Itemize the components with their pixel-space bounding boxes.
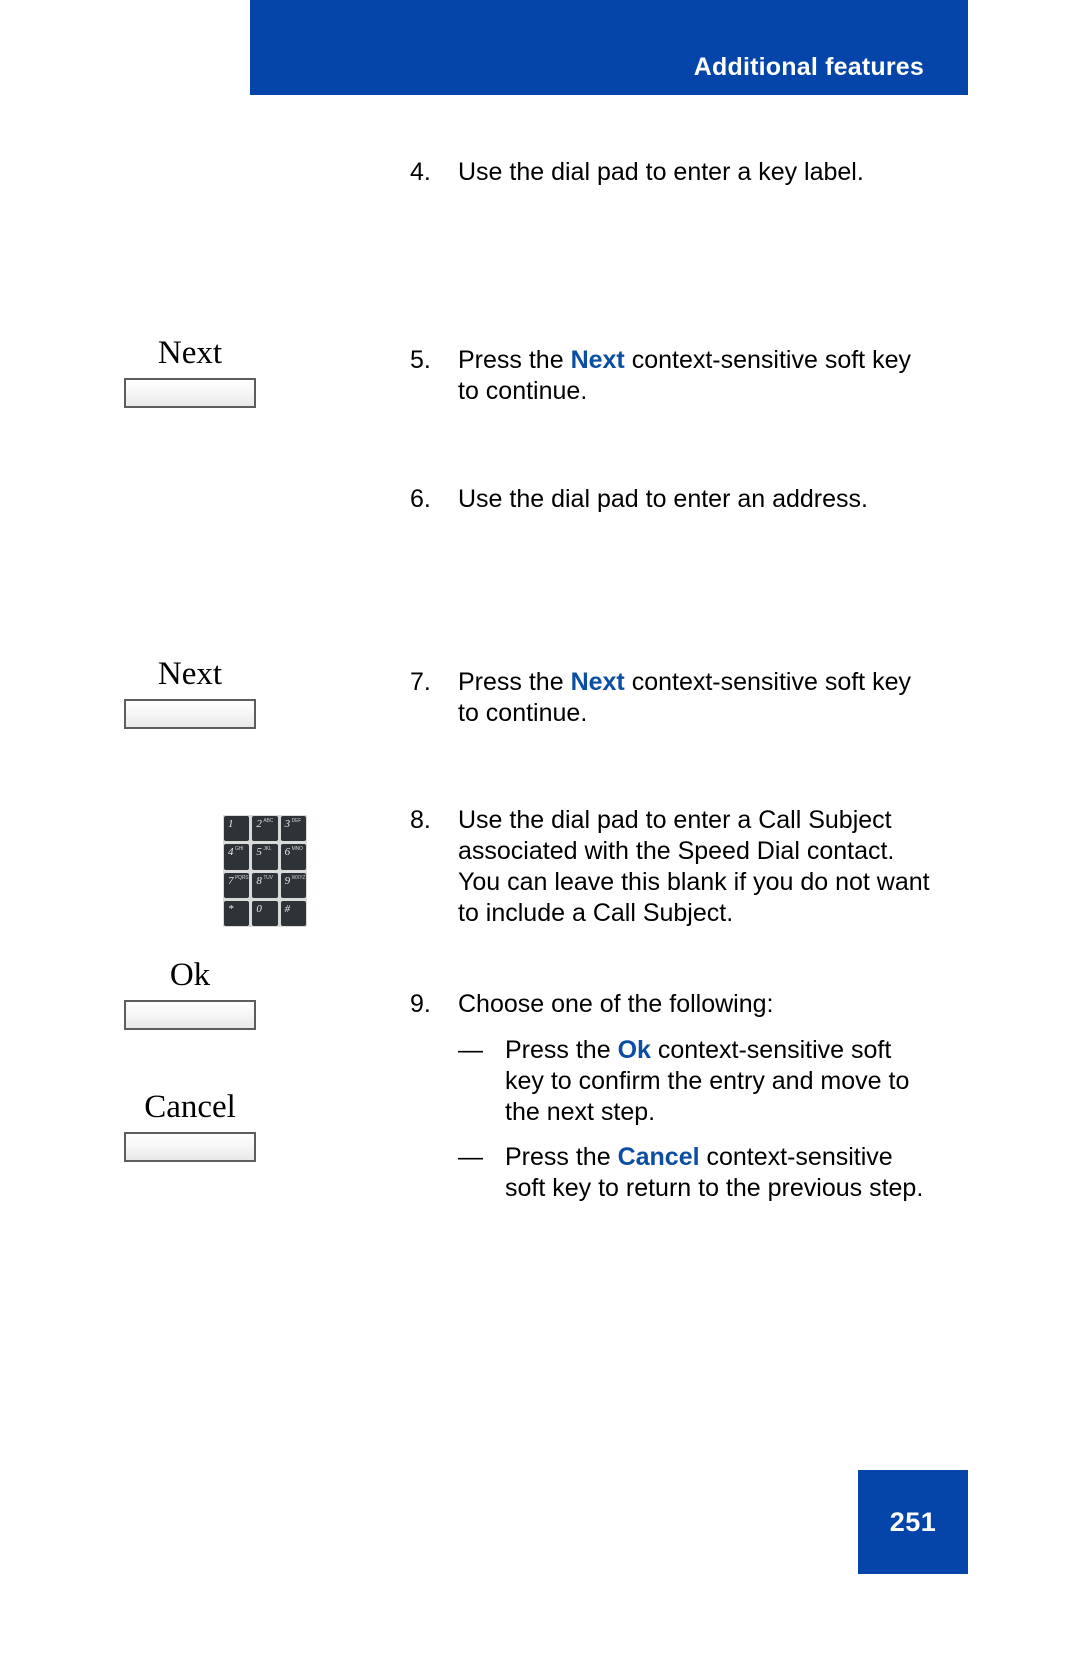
- step-item: 8. Use the dial pad to enter a Call Subj…: [410, 805, 930, 929]
- step-item: 5. Press the Next context-sensitive soft…: [410, 345, 930, 407]
- step-number: 5.: [410, 346, 431, 374]
- sub-item-text: Press the Cancel context-sensitive soft …: [505, 1143, 924, 1202]
- dial-pad-key-number: 0: [256, 902, 262, 915]
- step-text: Press the Next context-sensitive soft ke…: [458, 668, 911, 727]
- dial-pad-key: #: [280, 900, 306, 926]
- step-number: 9.: [410, 990, 431, 1018]
- dial-pad-icon: 1 2 ABC 3 DEF 4 GHI 5 JKL 6 MNO 7 PQRS 8 TUV 9 WXYZ * 0 #: [223, 815, 307, 927]
- dial-pad-key: 1: [224, 816, 250, 842]
- dial-pad-key-number: 4: [228, 846, 234, 859]
- dial-pad-key-number: 5: [256, 846, 262, 859]
- softkey-keyword: Next: [570, 668, 625, 696]
- softkey-next-2[interactable]: Next: [40, 655, 340, 729]
- step-number: 7.: [410, 668, 431, 696]
- em-dash-bullet-icon: —: [458, 1036, 483, 1064]
- dial-pad-key-letters: ABC: [263, 818, 274, 824]
- dial-pad-key: 6 MNO: [280, 844, 306, 870]
- dial-pad-key-letters: GHI: [235, 846, 244, 853]
- dial-pad-key: 8 TUV: [252, 872, 278, 898]
- softkey-label: Cancel: [144, 1089, 236, 1125]
- step-number: 6.: [410, 485, 431, 513]
- dial-pad-key-letters: JKL: [263, 846, 272, 853]
- footer-page-block: 251: [858, 1470, 968, 1574]
- softkey-button[interactable]: [124, 1132, 256, 1162]
- dial-pad-key: 3 DEF: [280, 816, 306, 842]
- dial-pad-key-number: 1: [228, 818, 234, 830]
- dial-pad-key-number: 9: [284, 874, 291, 887]
- step-number: 8.: [410, 806, 431, 834]
- page-number: 251: [889, 1506, 937, 1537]
- sub-item-text: Press the Ok context-sensitive soft key …: [505, 1036, 910, 1126]
- softkey-button[interactable]: [124, 699, 256, 729]
- dial-pad-key: 9 WXYZ: [280, 872, 306, 898]
- dial-pad-key: 5 JKL: [252, 844, 278, 870]
- softkey-ok[interactable]: Ok: [40, 956, 340, 1030]
- step-text: Press the Next context-sensitive soft ke…: [458, 346, 911, 405]
- softkey-label: Next: [157, 335, 223, 371]
- icon-gutter: Next Next 1 2 ABC 3 DEF 4 GHI 5 JKL 6 MNO 7 PQRS 8 TUV…: [0, 0, 410, 1669]
- em-dash-bullet-icon: —: [458, 1143, 483, 1171]
- softkey-next-1[interactable]: Next: [40, 334, 340, 408]
- instruction-list: 4. Use the dial pad to enter a key label…: [410, 0, 970, 1669]
- dial-pad-key-number: *: [228, 902, 234, 915]
- step-text: Use the dial pad to enter an address.: [458, 485, 868, 513]
- step-text: Choose one of the following:: [458, 990, 774, 1018]
- step-item: 7. Press the Next context-sensitive soft…: [410, 667, 930, 729]
- dial-pad-key-letters: TUV: [263, 874, 273, 881]
- step-item: 4. Use the dial pad to enter a key label…: [410, 157, 930, 188]
- softkey-keyword: Cancel: [617, 1143, 700, 1171]
- dial-pad-key-number: 7: [228, 874, 234, 887]
- step-text: Use the dial pad to enter a Call Subject…: [458, 806, 930, 927]
- dial-pad-key-number: 3: [284, 818, 291, 830]
- dial-pad-key-number: #: [284, 902, 291, 915]
- dial-pad-key-number: 8: [256, 874, 262, 887]
- dial-pad-key: *: [224, 900, 250, 926]
- dial-pad-key: 4 GHI: [224, 844, 250, 870]
- dial-pad-key-number: 6: [284, 846, 291, 859]
- dial-pad-key-letters: MNO: [291, 846, 303, 853]
- step-item: 9. Choose one of the following:: [410, 989, 930, 1020]
- dial-pad-key: 7 PQRS: [224, 872, 250, 898]
- softkey-button[interactable]: [124, 1000, 256, 1030]
- step-text: Use the dial pad to enter a key label.: [458, 158, 864, 186]
- softkey-label: Next: [157, 656, 223, 692]
- dial-pad-key-letters: PQRS: [235, 874, 249, 881]
- step-item: 6. Use the dial pad to enter an address.: [410, 484, 930, 515]
- softkey-button[interactable]: [124, 378, 256, 408]
- softkey-cancel[interactable]: Cancel: [40, 1088, 340, 1162]
- dial-pad-key-number: 2: [256, 818, 262, 830]
- step-number: 4.: [410, 158, 431, 186]
- sub-list-item: — Press the Ok context-sensitive soft ke…: [458, 1035, 928, 1128]
- dial-pad-key: 0: [252, 900, 278, 926]
- dial-pad-key-letters: WXYZ: [291, 874, 306, 881]
- dial-pad-key-letters: DEF: [291, 818, 302, 824]
- softkey-keyword: Next: [570, 346, 625, 374]
- sub-list-item: — Press the Cancel context-sensitive sof…: [458, 1142, 928, 1204]
- softkey-label: Ok: [169, 957, 211, 993]
- softkey-keyword: Ok: [617, 1036, 651, 1064]
- dial-pad-key: 2 ABC: [252, 816, 278, 842]
